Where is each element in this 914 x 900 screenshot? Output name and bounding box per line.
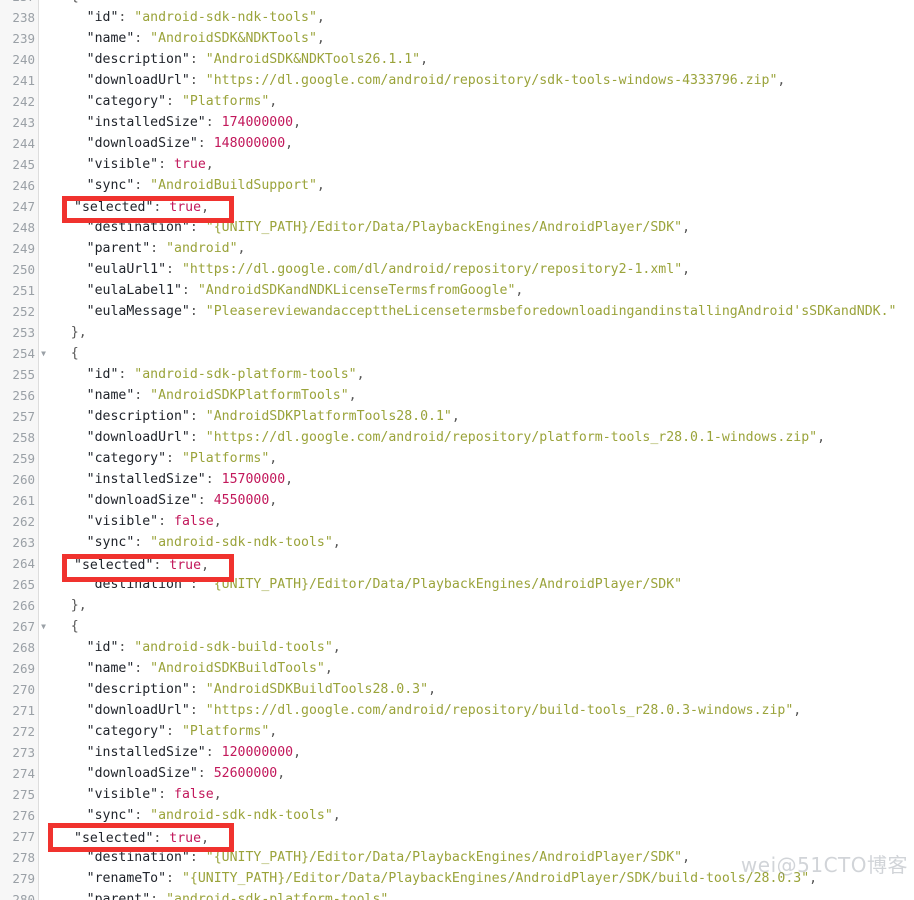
code-line[interactable]: "downloadSize": 4550000,: [39, 490, 914, 511]
line-number-list: 237 238 239 240 241 242 243 244 245 246 247 248 249 2…: [0, 0, 45, 900]
line-number: 273: [12, 745, 35, 760]
line-number: 243: [12, 115, 35, 130]
code-line[interactable]: "destination": "{UNITY_PATH}/Editor/Data…: [39, 217, 914, 238]
line-number: 237: [0, 0, 39, 7]
code-line[interactable]: "id": "android-sdk-platform-tools",: [39, 364, 914, 385]
line-number: 268: [12, 640, 35, 655]
line-number: 249: [12, 241, 35, 256]
line-number: 278: [12, 850, 35, 865]
code-line[interactable]: "description": "AndroidSDK&NDKTools26.1.…: [39, 49, 914, 70]
line-number: 264: [12, 556, 35, 571]
code-line[interactable]: "name": "AndroidSDK&NDKTools",: [39, 28, 914, 49]
code-line[interactable]: "eulaUrl1": "https://dl.google.com/dl/an…: [39, 259, 914, 280]
code-line[interactable]: "downloadUrl": "https://dl.google.com/an…: [39, 700, 914, 721]
code-line[interactable]: "downloadSize": 52600000,: [39, 763, 914, 784]
line-number: 265: [12, 577, 35, 592]
line-number: 246: [12, 178, 35, 193]
line-number: 239: [12, 31, 35, 46]
line-number: 276: [12, 808, 35, 823]
line-number-gutter: 237 238 239 240 241 242 243 244 245 246 247 248 249 2…: [0, 0, 46, 900]
code-line[interactable]: "installedSize": 120000000,: [39, 742, 914, 763]
code-line[interactable]: {: [39, 343, 914, 364]
code-line[interactable]: "sync": "AndroidBuildSupport",: [39, 175, 914, 196]
code-line[interactable]: "sync": "android-sdk-ndk-tools",: [39, 532, 914, 553]
line-number: 238: [12, 10, 35, 25]
line-number: 259: [12, 451, 35, 466]
code-line[interactable]: "category": "Platforms",: [39, 91, 914, 112]
code-line[interactable]: "downloadUrl": "https://dl.google.com/an…: [39, 70, 914, 91]
code-line[interactable]: {: [39, 0, 914, 7]
line-number: 262: [12, 514, 35, 529]
highlighted-code-text: "selected": true,: [74, 200, 210, 215]
code-line[interactable]: "description": "AndroidSDKPlatformTools2…: [39, 406, 914, 427]
code-line[interactable]: "downloadSize": 148000000,: [39, 133, 914, 154]
watermark: wei@51CTO博客: [740, 853, 908, 877]
code-line[interactable]: "installedSize": 15700000,: [39, 469, 914, 490]
line-number: 245: [12, 157, 35, 172]
code-line[interactable]: "id": "android-sdk-ndk-tools",: [39, 7, 914, 28]
code-line[interactable]: },: [39, 595, 914, 616]
line-number: 242: [12, 94, 35, 109]
code-line[interactable]: "eulaMessage": "Pleasereviewandacceptthe…: [39, 301, 914, 322]
code-line[interactable]: "destination": "{UNITY_PATH}/Editor/Data…: [39, 574, 914, 595]
line-number: 255: [12, 367, 35, 382]
line-number: 258: [12, 430, 35, 445]
code-line[interactable]: "visible": false,: [39, 511, 914, 532]
code-line[interactable]: "parent": "android",: [39, 238, 914, 259]
code-line[interactable]: "description": "AndroidSDKBuildTools28.0…: [39, 679, 914, 700]
line-number: 244: [12, 136, 35, 151]
line-number: 272: [12, 724, 35, 739]
line-number: 248: [12, 220, 35, 235]
json-code-editor[interactable]: 237 238 239 240 241 242 243 244 245 246 247 248 249 2…: [0, 0, 914, 900]
highlighted-code-text: "selected": true,: [74, 831, 210, 846]
code-line[interactable]: "category": "Platforms",: [39, 721, 914, 742]
line-number: 253: [12, 325, 35, 340]
code-line[interactable]: "visible": true,: [39, 154, 914, 175]
line-number: 252: [12, 304, 35, 319]
line-number: 251: [12, 283, 35, 298]
code-line[interactable]: "visible": false,: [39, 784, 914, 805]
line-number: 263: [12, 535, 35, 550]
line-number: 279: [12, 871, 35, 886]
line-number: 254 ▼: [0, 343, 45, 364]
fold-triangle-icon[interactable]: ▼: [39, 616, 48, 637]
line-number: 271: [12, 703, 35, 718]
line-number: 261: [12, 493, 35, 508]
code-line[interactable]: "name": "AndroidSDKPlatformTools",: [39, 385, 914, 406]
line-number: 275: [12, 787, 35, 802]
line-number: 247: [12, 199, 35, 214]
line-number: 241: [12, 73, 35, 88]
line-number: 274: [12, 766, 35, 781]
line-number: 240: [12, 52, 35, 67]
highlighted-code-text: "selected": true,: [74, 558, 210, 573]
line-number: 269: [12, 661, 35, 676]
line-number: 257: [12, 409, 35, 424]
code-line[interactable]: "id": "android-sdk-build-tools",: [39, 637, 914, 658]
line-number: 256: [12, 388, 35, 403]
code-line[interactable]: "category": "Platforms",: [39, 448, 914, 469]
line-number: 266: [12, 598, 35, 613]
code-line[interactable]: {: [39, 616, 914, 637]
line-number: 260: [12, 472, 35, 487]
line-number: 277: [12, 829, 35, 844]
line-number: 250: [12, 262, 35, 277]
code-content[interactable]: { "id": "android-sdk-ndk-tools", "name":…: [39, 0, 914, 900]
code-line[interactable]: },: [39, 322, 914, 343]
line-number: 270: [12, 682, 35, 697]
line-number: 280: [12, 892, 35, 900]
code-line[interactable]: "name": "AndroidSDKBuildTools",: [39, 658, 914, 679]
code-line[interactable]: "installedSize": 174000000,: [39, 112, 914, 133]
line-number: 267 ▼: [0, 616, 45, 637]
code-line[interactable]: "sync": "android-sdk-ndk-tools",: [39, 805, 914, 826]
code-line[interactable]: "eulaLabel1": "AndroidSDKandNDKLicenseTe…: [39, 280, 914, 301]
fold-triangle-icon[interactable]: ▼: [39, 343, 48, 364]
code-line[interactable]: "downloadUrl": "https://dl.google.com/an…: [39, 427, 914, 448]
code-line[interactable]: "parent": "android-sdk-platform-tools",: [39, 889, 914, 900]
